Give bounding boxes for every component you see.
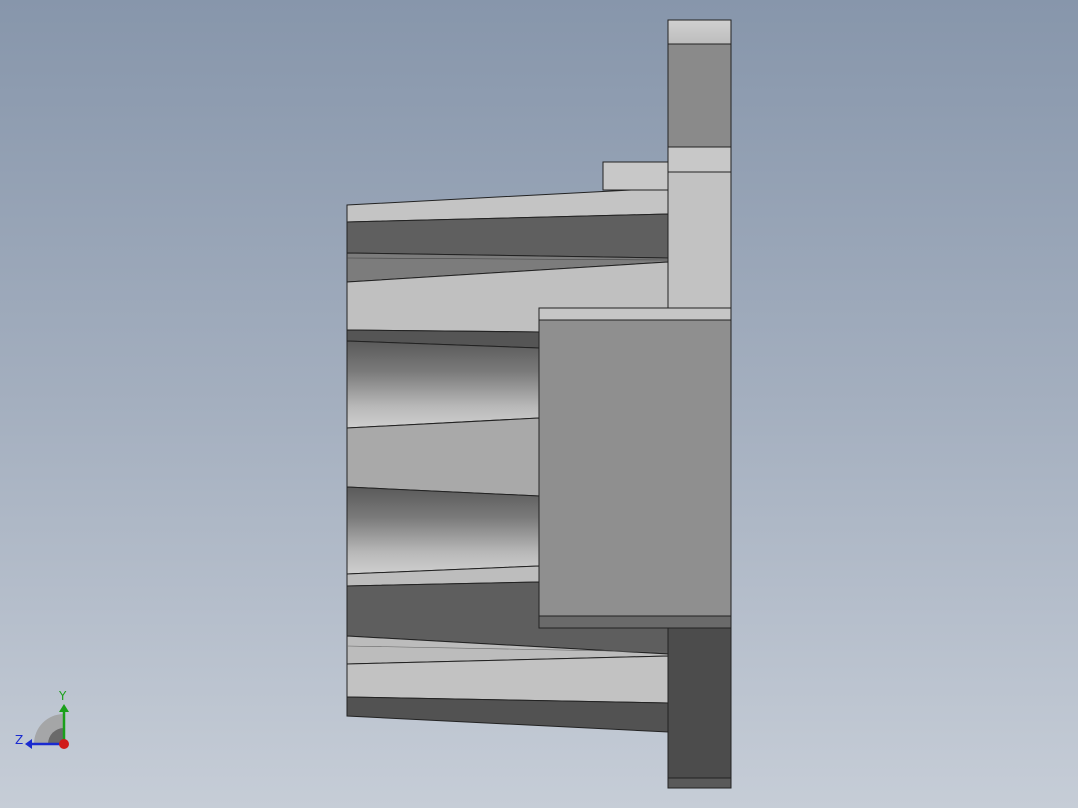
gear-bottom-face — [346, 696, 669, 733]
flange-upper-dark — [667, 43, 732, 148]
graphics-viewport[interactable]: Y Z — [0, 0, 1078, 808]
x-axis-dot — [59, 739, 69, 749]
z-axis-label: Z — [15, 733, 23, 747]
z-axis-arrowhead — [25, 739, 32, 749]
gear-lower-light-face-2 — [346, 655, 669, 704]
y-axis-label: Y — [58, 689, 67, 703]
gear-groove-1 — [346, 340, 540, 429]
coordinate-triad[interactable]: Y Z — [15, 689, 69, 749]
hub-face-top-band — [538, 307, 732, 321]
gear-groove-2 — [346, 486, 540, 575]
hub-face-main — [538, 319, 732, 617]
hub-step — [602, 161, 669, 191]
flange-upper-light — [667, 171, 732, 321]
flange-upper-band — [667, 146, 732, 173]
model-view[interactable]: Y Z — [0, 0, 1078, 808]
y-axis-arrowhead — [59, 704, 69, 712]
gear-upper-dark-band — [346, 213, 669, 259]
gear-middle-face — [346, 417, 540, 497]
flange-bottom-cap — [667, 777, 732, 789]
flange-lower-dark — [667, 627, 732, 779]
hub-face-bottom-band — [538, 615, 732, 629]
flange-top-cap — [667, 19, 732, 45]
hub-face — [538, 307, 732, 629]
